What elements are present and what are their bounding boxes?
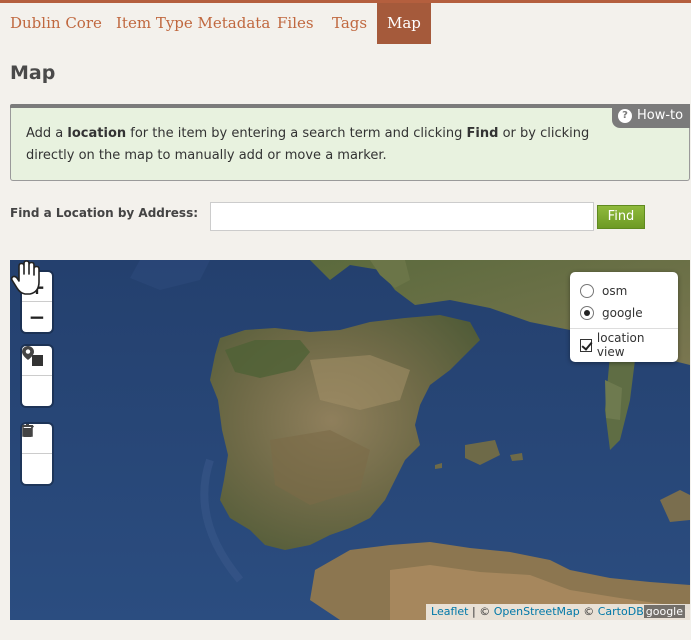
edit-toolbar <box>22 424 52 484</box>
draw-marker-button[interactable] <box>22 346 52 406</box>
section-tabs: Dublin Core Item Type Metadata Files Tag… <box>0 3 691 44</box>
tab-files[interactable]: Files <box>267 3 324 44</box>
layer-option-google[interactable]: google <box>580 302 668 324</box>
attribution-separator: | © <box>468 605 494 618</box>
trash-icon <box>22 424 33 437</box>
tab-map[interactable]: Map <box>377 3 431 44</box>
openstreetmap-link[interactable]: OpenStreetMap <box>494 605 580 618</box>
google-label: google <box>602 306 643 320</box>
find-location-label: Find a Location by Address: <box>10 206 199 220</box>
osm-label: osm <box>602 284 628 298</box>
location-view-label: location view <box>596 331 645 359</box>
google-radio[interactable] <box>580 306 594 320</box>
layer-switcher: osm google location view <box>570 272 678 362</box>
instructions-box: Add a location for the item by entering … <box>10 108 690 181</box>
instructions-text-2: for the item by entering a search term a… <box>126 126 467 141</box>
google-attribution: google <box>643 605 685 618</box>
layer-separator <box>570 328 678 329</box>
osm-radio[interactable] <box>580 284 594 298</box>
find-button[interactable]: Find <box>597 205 645 229</box>
instructions-bold-location: location <box>67 126 127 141</box>
layer-option-osm[interactable]: osm <box>580 280 668 302</box>
hand-cursor-icon <box>10 260 40 295</box>
tab-item-type-metadata[interactable]: Item Type Metadata <box>106 3 280 44</box>
leaflet-link[interactable]: Leaflet <box>431 605 468 618</box>
draw-toolbar <box>22 346 52 406</box>
attribution-copyright: © <box>579 605 598 618</box>
map-marker-icon <box>22 346 34 360</box>
map-canvas[interactable]: + − <box>10 260 690 620</box>
question-icon: ? <box>618 109 632 123</box>
zoom-out-button[interactable]: − <box>22 302 52 332</box>
location-view-checkbox[interactable] <box>580 338 592 352</box>
location-view-option[interactable]: location view <box>580 331 668 359</box>
delete-layers-button[interactable] <box>22 424 52 484</box>
address-search-input[interactable] <box>210 202 594 231</box>
map-attribution: Leaflet | © OpenStreetMap © CartoDB googl… <box>426 604 690 620</box>
instructions-bold-find: Find <box>466 126 499 141</box>
page-title: Map <box>10 62 56 84</box>
tab-tags[interactable]: Tags <box>322 3 377 44</box>
howto-label: How-to <box>637 108 684 123</box>
howto-button[interactable]: ? How-to <box>612 104 690 128</box>
instructions-text-1: Add a <box>26 126 68 141</box>
cartodb-link[interactable]: CartoDB <box>598 605 644 618</box>
tab-dublin-core[interactable]: Dublin Core <box>0 3 112 44</box>
